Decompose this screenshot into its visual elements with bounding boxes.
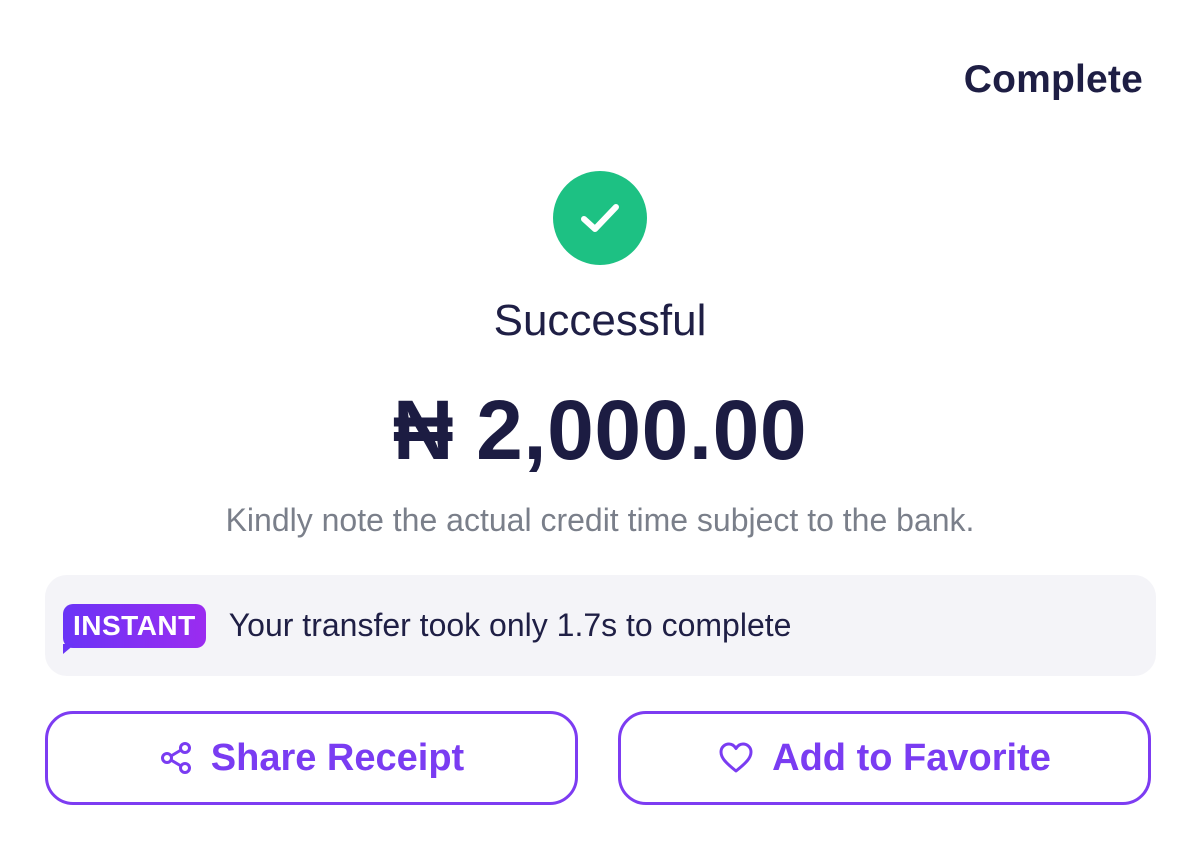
instant-badge: INSTANT xyxy=(63,603,206,654)
add-to-favorite-label: Add to Favorite xyxy=(772,736,1051,779)
status-title: Successful xyxy=(493,296,707,345)
check-circle-icon xyxy=(553,171,647,265)
checkmark-icon xyxy=(581,204,619,232)
share-receipt-label: Share Receipt xyxy=(210,736,465,779)
heart-icon xyxy=(718,741,754,775)
amount-display: ₦ 2,000.00 xyxy=(0,382,1200,479)
share-receipt-button[interactable]: Share Receipt xyxy=(45,711,578,805)
instant-transfer-banner: INSTANT Your transfer took only 1.7s to … xyxy=(45,575,1156,676)
add-to-favorite-button[interactable]: Add to Favorite xyxy=(618,711,1151,805)
currency-symbol: ₦ xyxy=(392,383,455,477)
complete-button[interactable]: Complete xyxy=(964,58,1143,102)
share-icon xyxy=(159,741,193,775)
instant-message: Your transfer took only 1.7s to complete xyxy=(228,607,792,643)
amount-value: 2,000.00 xyxy=(476,383,808,477)
credit-time-note: Kindly note the actual credit time subje… xyxy=(225,502,975,538)
